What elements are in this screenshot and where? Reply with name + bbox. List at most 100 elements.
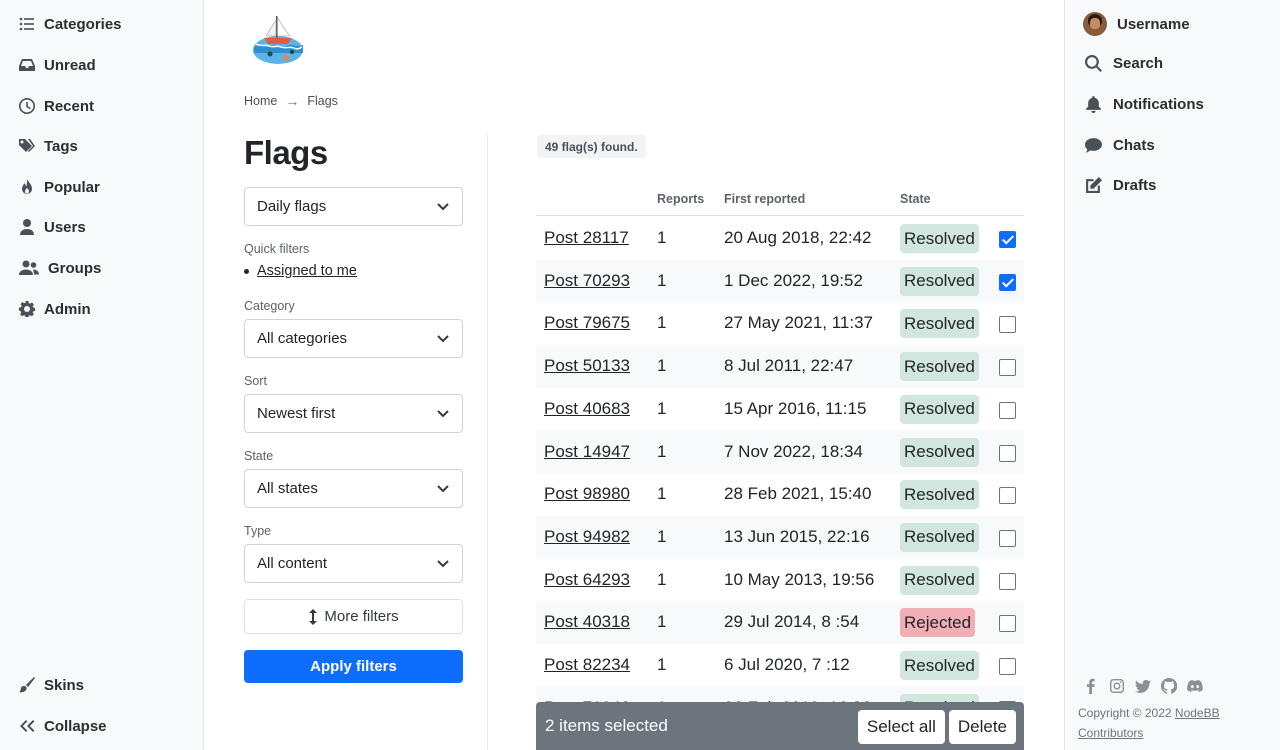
user-menu[interactable]: Username — [1083, 11, 1190, 37]
nav-unread-label: Unread — [44, 56, 96, 74]
flag-state-badge: Resolved — [900, 480, 979, 510]
category-select-value: All categories — [257, 330, 348, 347]
type-label: Type — [244, 524, 272, 538]
flag-post-link[interactable]: Post 82234 — [544, 655, 630, 675]
flag-post-link[interactable]: Post 70293 — [544, 271, 630, 291]
more-filters-button[interactable]: More filters — [244, 599, 463, 634]
state-select-value: All states — [257, 480, 318, 497]
nodebb-link[interactable]: NodeBB — [1175, 706, 1220, 720]
instagram-icon[interactable] — [1109, 678, 1125, 694]
header-reports: Reports — [657, 192, 705, 206]
nav-drafts-label: Drafts — [1113, 176, 1157, 194]
preset-select-value: Daily flags — [257, 198, 327, 215]
page-title: Flags — [244, 134, 328, 171]
flag-post-link[interactable]: Post 14947 — [544, 442, 630, 462]
select-all-button[interactable]: Select all — [857, 710, 945, 744]
flag-first-reported: 7 Nov 2022, 18:34 — [724, 441, 863, 461]
flag-first-reported: 8 Jul 2011, 22:47 — [724, 356, 854, 376]
gear-icon — [18, 300, 36, 318]
nav-unread[interactable]: Unread — [18, 53, 96, 77]
flag-state-badge: Resolved — [900, 651, 979, 680]
nav-tags-label: Tags — [44, 137, 78, 155]
github-icon[interactable] — [1161, 678, 1177, 694]
sort-select[interactable]: Newest first — [244, 394, 463, 433]
flag-select-checkbox[interactable] — [999, 273, 1016, 291]
flag-select-checkbox[interactable] — [999, 658, 1016, 675]
flag-post-link[interactable]: Post 98980 — [544, 484, 630, 504]
flag-select-checkbox[interactable] — [999, 401, 1016, 419]
flag-select-checkbox[interactable] — [999, 444, 1016, 462]
table-row: Post 82234 1 6 Jul 2020, 7 :12 Resolved — [536, 644, 1024, 687]
flag-select-checkbox[interactable] — [999, 487, 1016, 505]
flag-first-reported: 29 Jul 2014, 8 :54 — [724, 612, 860, 632]
nav-chats-label: Chats — [1113, 136, 1155, 154]
discord-icon[interactable] — [1187, 678, 1203, 694]
flag-select-checkbox[interactable] — [999, 572, 1016, 590]
flag-post-link[interactable]: Post 28117 — [544, 228, 629, 248]
flag-reports-count: 1 — [657, 612, 667, 632]
assigned-to-me-link[interactable]: Assigned to me — [257, 263, 357, 279]
sort-select-value: Newest first — [257, 405, 336, 422]
table-row: Post 64293 1 10 May 2013, 19:56 Resolved — [536, 559, 1024, 602]
type-select[interactable]: All content — [244, 544, 463, 583]
flag-first-reported: 20 Aug 2018, 22:42 — [724, 228, 872, 247]
nav-chats[interactable]: Chats — [1083, 132, 1155, 158]
nav-drafts[interactable]: Drafts — [1083, 172, 1156, 198]
flags-table-body: Post 28117 1 20 Aug 2018, 22:42 Resolved Pos… — [536, 217, 1024, 750]
nav-groups[interactable]: Groups — [18, 256, 101, 280]
breadcrumb-home[interactable]: Home — [244, 94, 277, 108]
bullet — [244, 268, 249, 274]
flag-select-checkbox[interactable] — [999, 231, 1016, 248]
arrow-right-icon: → — [285, 93, 300, 109]
nav-recent[interactable]: Recent — [18, 94, 94, 118]
flag-state-badge: Resolved — [900, 224, 979, 253]
nav-users[interactable]: Users — [18, 215, 86, 239]
nav-recent-label: Recent — [44, 97, 95, 115]
double-chevron-left-icon — [18, 717, 36, 735]
breadcrumb: Home → Flags — [244, 93, 338, 109]
flag-post-link[interactable]: Post 40683 — [544, 399, 630, 419]
twitter-icon[interactable] — [1135, 678, 1151, 694]
chevron-down-icon — [436, 406, 450, 420]
chevron-down-icon — [436, 199, 450, 213]
site-logo[interactable] — [250, 14, 306, 66]
facebook-icon[interactable] — [1083, 678, 1099, 694]
flag-select-checkbox[interactable] — [999, 316, 1016, 334]
username: Username — [1117, 15, 1190, 33]
flag-post-link[interactable]: Post 94982 — [544, 527, 630, 547]
flag-reports-count: 1 — [657, 398, 667, 418]
nav-notifications[interactable]: Notifications — [1083, 91, 1204, 117]
preset-select[interactable]: Daily flags — [244, 187, 463, 226]
nav-admin[interactable]: Admin — [18, 297, 91, 321]
table-row: Post 94982 1 13 Jun 2015, 22:16 Resolved — [536, 515, 1024, 559]
chevron-down-icon — [436, 331, 450, 345]
nav-search[interactable]: Search — [1083, 50, 1163, 76]
flag-select-checkbox[interactable] — [999, 359, 1016, 377]
flag-reports-count: 1 — [657, 441, 667, 461]
nav-popular[interactable]: Popular — [18, 175, 100, 199]
header-state: State — [900, 192, 931, 206]
flag-select-checkbox[interactable] — [999, 529, 1016, 547]
apply-filters-button[interactable]: Apply filters — [244, 650, 463, 683]
skins-button[interactable]: Skins — [18, 673, 84, 697]
flag-reports-count: 1 — [657, 313, 667, 333]
flag-first-reported: 15 Apr 2016, 11:15 — [724, 398, 867, 418]
flag-post-link[interactable]: Post 40318 — [544, 612, 630, 632]
flag-select-checkbox[interactable] — [999, 615, 1016, 633]
flag-post-link[interactable]: Post 79675 — [544, 313, 630, 333]
flag-post-link[interactable]: Post 64293 — [544, 570, 630, 590]
collapse-button[interactable]: Collapse — [18, 714, 107, 738]
state-select[interactable]: All states — [244, 469, 463, 508]
contributors-link[interactable]: Contributors — [1078, 726, 1143, 740]
more-filters-label: More filters — [324, 608, 399, 625]
flag-reports-count: 1 — [657, 569, 667, 589]
nav-categories[interactable]: Categories — [18, 12, 122, 36]
category-select[interactable]: All categories — [244, 319, 463, 358]
flag-post-link[interactable]: Post 50133 — [544, 356, 630, 376]
table-row: Post 40683 1 15 Apr 2016, 11:15 Resolved — [536, 388, 1024, 431]
delete-button[interactable]: Delete — [948, 710, 1016, 744]
chevron-down-icon — [436, 481, 450, 495]
tags-icon — [18, 137, 36, 155]
column-divider — [487, 134, 488, 750]
nav-tags[interactable]: Tags — [18, 134, 78, 158]
